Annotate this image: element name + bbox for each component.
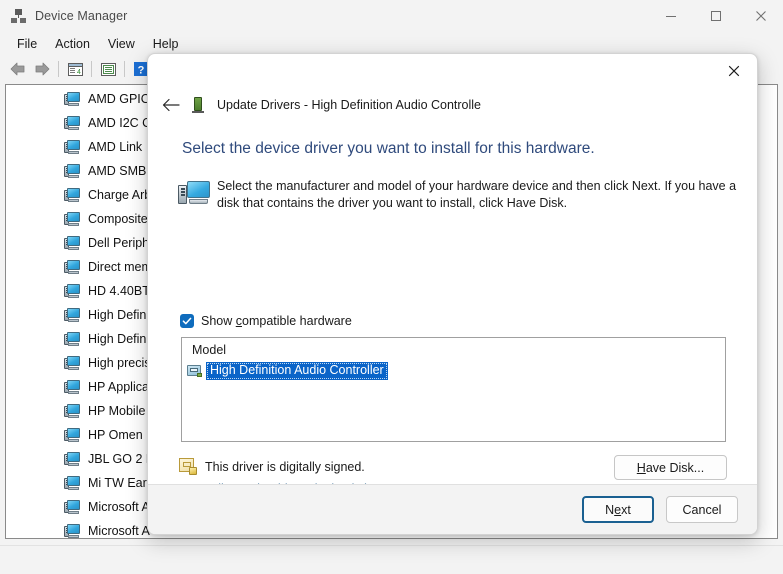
toolbar-separator (124, 61, 125, 77)
menu-item-view[interactable]: View (99, 35, 144, 53)
device-list-item-label: High Defin (88, 332, 146, 346)
dialog-description-row: Select the manufacturer and model of you… (178, 178, 738, 212)
computer-icon (64, 164, 81, 179)
checkbox-label-part2: ompatible hardware (242, 314, 352, 328)
computer-icon (64, 428, 81, 443)
computer-icon (64, 500, 81, 515)
checkbox-label-part1: Show (201, 314, 236, 328)
update-drivers-dialog: Update Drivers - High Definition Audio C… (147, 53, 758, 535)
statusbar (0, 545, 783, 574)
device-list-item-label: AMD Link (88, 140, 142, 154)
toolbar-separator (58, 61, 59, 77)
device-list-item-label: HP Applica (88, 380, 149, 394)
dialog-title-row: Update Drivers - High Definition Audio C… (148, 90, 757, 120)
back-icon[interactable] (6, 58, 30, 80)
model-list-item-label: High Definition Audio Controller (206, 362, 388, 380)
scan-hardware-icon[interactable] (96, 58, 120, 80)
driver-icon (187, 364, 203, 378)
model-list-item[interactable]: High Definition Audio Controller (182, 361, 725, 380)
show-compatible-hardware-checkbox-row[interactable]: Show compatible hardware (180, 314, 352, 328)
menu-item-action[interactable]: Action (46, 35, 99, 53)
forward-icon[interactable] (30, 58, 54, 80)
model-listbox[interactable]: Model High Definition Audio Controller (181, 337, 726, 442)
computer-icon (64, 212, 81, 227)
dialog-footer: Next Cancel (148, 484, 757, 534)
computer-icon (64, 116, 81, 131)
computer-icon (64, 140, 81, 155)
computer-icon (64, 356, 81, 371)
have-disk-button[interactable]: Have Disk... (614, 455, 727, 480)
window-controls (648, 0, 783, 32)
device-list-item-label: AMD I2C C (88, 116, 151, 130)
device-list-item-label: High precis (88, 356, 151, 370)
cancel-button[interactable]: Cancel (666, 496, 738, 523)
device-list-item-label: Microsoft A (88, 524, 150, 538)
show-compatible-hardware-checkbox[interactable] (180, 314, 194, 328)
device-icon (188, 95, 208, 115)
close-icon[interactable] (738, 0, 783, 32)
dialog-heading: Select the device driver you want to ins… (182, 140, 595, 158)
have-disk-label-part2: ave Disk... (646, 461, 704, 475)
device-list-item-label: JBL GO 2 H (88, 452, 155, 466)
back-arrow-icon[interactable] (157, 92, 185, 118)
minimize-icon[interactable] (648, 0, 693, 32)
device-list-item-label: HP Omen (88, 428, 143, 442)
device-list-item-label: AMD SMBu (88, 164, 153, 178)
svg-text:?: ? (138, 65, 145, 77)
dialog-title: Update Drivers - High Definition Audio C… (217, 98, 481, 112)
show-compatible-hardware-label[interactable]: Show compatible hardware (201, 314, 352, 328)
cancel-label: Cancel (683, 503, 722, 517)
app-title: Device Manager (35, 9, 127, 23)
next-label-accel: e (614, 503, 621, 517)
computer-icon (64, 404, 81, 419)
device-list-item-label: Microsoft A (88, 500, 150, 514)
computer-icon (64, 308, 81, 323)
next-label-part2: xt (621, 503, 631, 517)
menu-item-file[interactable]: File (8, 35, 46, 53)
certificate-icon (178, 458, 198, 476)
toolbar-separator (91, 61, 92, 77)
dialog-description: Select the manufacturer and model of you… (217, 178, 738, 212)
driver-signature-row: This driver is digitally signed. (178, 458, 416, 476)
device-list-item-label: HP Mobile (88, 404, 145, 418)
svg-text:4: 4 (77, 69, 81, 76)
device-manager-icon (10, 8, 27, 25)
menu-item-help[interactable]: Help (144, 35, 188, 53)
computer-icon (64, 524, 81, 539)
titlebar-left: Device Manager (10, 0, 127, 32)
computer-icon (64, 92, 81, 107)
maximize-icon[interactable] (693, 0, 738, 32)
device-list-item-label: AMD GPIO (88, 92, 151, 106)
computer-icon (64, 188, 81, 203)
computer-icon (64, 236, 81, 251)
titlebar: Device Manager (0, 0, 783, 32)
device-list-item-label: Composite (88, 212, 148, 226)
device-list-item-label: HD 4.40BT (88, 284, 150, 298)
device-list-item-label: Dell Periph (88, 236, 149, 250)
computer-icon (64, 380, 81, 395)
computer-icon (178, 180, 212, 210)
device-list-item-label: Charge Arb (88, 188, 151, 202)
computer-icon (64, 332, 81, 347)
properties-icon[interactable]: 4 (63, 58, 87, 80)
computer-icon (64, 284, 81, 299)
dialog-footer-buttons: Next Cancel (582, 496, 738, 523)
computer-icon (64, 452, 81, 467)
next-button[interactable]: Next (582, 496, 654, 523)
computer-icon (64, 476, 81, 491)
device-list-item-label: Direct mem (88, 260, 152, 274)
next-label-part1: N (605, 503, 614, 517)
have-disk-label-accel: H (637, 461, 646, 475)
driver-signature-text: This driver is digitally signed. (205, 460, 365, 474)
device-list-item-label: High Defin (88, 308, 146, 322)
dialog-close-icon[interactable] (713, 56, 755, 86)
device-list-item-label: Mi TW Earp (88, 476, 154, 490)
computer-icon (64, 260, 81, 275)
model-column-header: Model (182, 338, 725, 357)
model-list: High Definition Audio Controller (182, 361, 725, 380)
